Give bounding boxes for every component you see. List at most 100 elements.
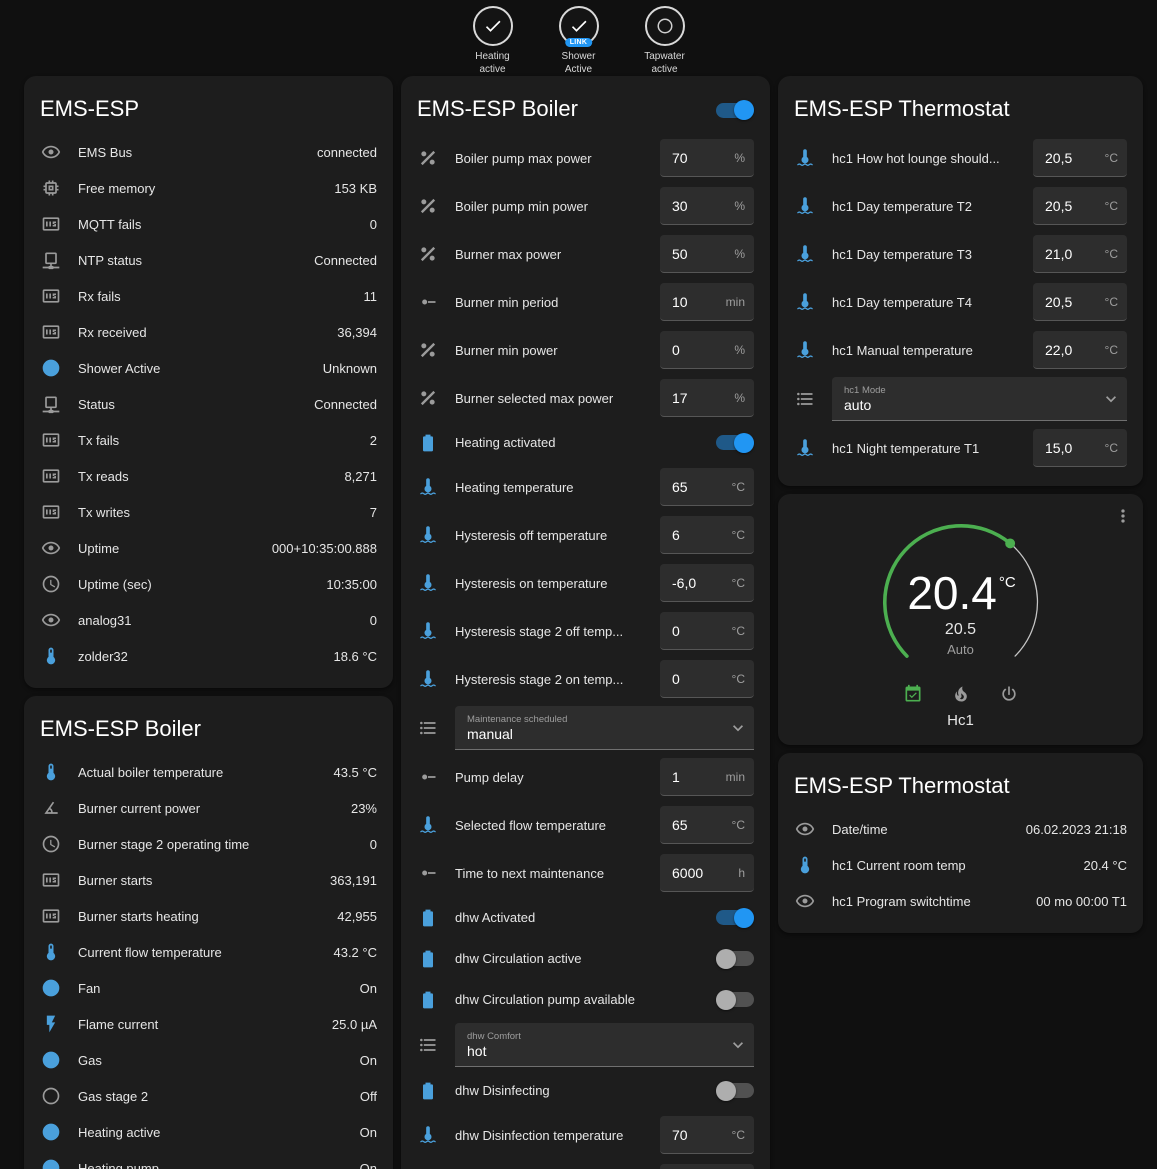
entity-row[interactable]: Tx writes 7 — [40, 494, 377, 530]
number-input[interactable]: 17 % — [660, 379, 754, 417]
toggle-switch[interactable] — [716, 951, 754, 966]
entity-row[interactable]: Heating pump On — [40, 1150, 377, 1169]
number-input[interactable]: 6 °C — [660, 516, 754, 554]
entity-row[interactable]: NTP status Connected — [40, 242, 377, 278]
toggle-switch[interactable] — [716, 435, 754, 450]
card-ems-esp-sensors: EMS-ESP EMS Bus connected Free memory 15… — [24, 76, 393, 688]
number-input[interactable]: 0 % — [660, 331, 754, 369]
number-unit: °C — [732, 672, 745, 686]
select-input[interactable]: Maintenance scheduled manual — [455, 706, 754, 750]
number-input[interactable]: 70 °C — [660, 1116, 754, 1154]
entity-value: 00 mo 00:00 T1 — [1036, 894, 1127, 909]
entity-row[interactable]: Heating active On — [40, 1114, 377, 1150]
number-input[interactable]: 0 °C — [660, 660, 754, 698]
entity-row[interactable]: MQTT fails 0 — [40, 206, 377, 242]
number-input[interactable]: 6000 h — [660, 854, 754, 892]
entity-row[interactable]: Burner current power 23% — [40, 790, 377, 826]
badge-heating-active[interactable]: Heating active — [454, 6, 532, 76]
more-options-icon[interactable] — [1113, 506, 1133, 526]
entity-row[interactable]: Rx fails 11 — [40, 278, 377, 314]
ray-icon — [417, 292, 439, 312]
number-unit: % — [734, 199, 745, 213]
entity-row[interactable]: Uptime (sec) 10:35:00 — [40, 566, 377, 602]
entity-row[interactable]: analog31 0 — [40, 602, 377, 638]
number-input[interactable]: 10 min — [660, 283, 754, 321]
toggle-thumb — [734, 433, 754, 453]
number-input[interactable]: -6,0 °C — [660, 564, 754, 602]
entity-row[interactable]: Burner starts heating 42,955 — [40, 898, 377, 934]
entity-row[interactable]: Flame current 25.0 µA — [40, 1006, 377, 1042]
number-unit: °C — [1105, 441, 1118, 455]
toggle-entity-row: Heating activated — [417, 422, 754, 463]
number-input[interactable]: 15,0 °C — [1033, 429, 1127, 467]
number-entity-row: Burner min period 10 min — [417, 278, 754, 326]
thermometer-icon — [40, 646, 62, 666]
entity-row[interactable]: Tx fails 2 — [40, 422, 377, 458]
number-entity-row: Hysteresis stage 2 on temp... 0 °C — [417, 655, 754, 703]
number-input[interactable]: 20,5 °C — [1033, 139, 1127, 177]
number-unit: °C — [1105, 247, 1118, 261]
entity-label: dhw Disinfection temperature — [455, 1128, 644, 1143]
entity-row[interactable]: Shower Active Unknown — [40, 350, 377, 386]
entity-label: Time to next maintenance — [455, 866, 644, 881]
number-entity-row: hc1 Night temperature T1 15,0 °C — [794, 424, 1127, 472]
check-icon — [483, 16, 503, 36]
number-value: 30 — [672, 198, 688, 214]
entity-row[interactable]: hc1 Program switchtime 00 mo 00:00 T1 — [794, 883, 1127, 919]
number-input[interactable]: 65 °C — [660, 468, 754, 506]
angle-icon — [40, 798, 62, 818]
number-unit: min — [726, 770, 745, 784]
entity-row[interactable]: hc1 Current room temp 20.4 °C — [794, 847, 1127, 883]
entity-row[interactable]: Gas On — [40, 1042, 377, 1078]
check-circle-icon — [40, 1050, 62, 1070]
badge-label: Tapwater active — [638, 50, 692, 76]
entity-row[interactable]: Actual boiler temperature 43.5 °C — [40, 754, 377, 790]
entity-row[interactable]: Fan On — [40, 970, 377, 1006]
number-input[interactable]: 0 °C — [660, 612, 754, 650]
entity-row[interactable]: Gas stage 2 Off — [40, 1078, 377, 1114]
number-entity-row: Hysteresis off temperature 6 °C — [417, 511, 754, 559]
entity-row[interactable]: Status Connected — [40, 386, 377, 422]
entity-label: Tx writes — [78, 505, 354, 520]
number-input[interactable]: 50 % — [660, 235, 754, 273]
number-input[interactable]: 70 % — [660, 139, 754, 177]
eye-icon — [794, 891, 816, 911]
entity-label: Rx fails — [78, 289, 348, 304]
number-input[interactable]: 30 % — [660, 187, 754, 225]
entity-row[interactable]: Free memory 153 KB — [40, 170, 377, 206]
counter-icon — [40, 430, 62, 450]
entity-value: On — [360, 981, 377, 996]
number-input[interactable]: 65 °C — [660, 806, 754, 844]
badge-tapwater-active[interactable]: Tapwater active — [626, 6, 704, 76]
boiler-master-toggle[interactable] — [716, 103, 754, 118]
number-unit: °C — [732, 576, 745, 590]
toggle-switch[interactable] — [716, 910, 754, 925]
badge-shower-active[interactable]: LINK Shower Active — [540, 6, 618, 76]
entity-row[interactable]: zolder32 18.6 °C — [40, 638, 377, 674]
number-input[interactable]: 20,5 °C — [1033, 283, 1127, 321]
entity-label: Gas stage 2 — [78, 1089, 344, 1104]
number-input[interactable]: 22,0 °C — [1033, 331, 1127, 369]
entity-row[interactable]: Current flow temperature 43.2 °C — [40, 934, 377, 970]
number-input[interactable]: 1 min — [660, 758, 754, 796]
thermostat-dial[interactable]: 20.4°C 20.5 Auto — [871, 512, 1051, 692]
entity-row[interactable]: Rx received 36,394 — [40, 314, 377, 350]
entity-value: On — [360, 1125, 377, 1140]
number-input[interactable]: 21,0 °C — [1033, 235, 1127, 273]
entity-row[interactable]: Uptime 000+10:35:00.888 — [40, 530, 377, 566]
entity-row[interactable]: Burner stage 2 operating time 0 — [40, 826, 377, 862]
entity-label: Burner min period — [455, 295, 644, 310]
toggle-switch[interactable] — [716, 992, 754, 1007]
select-input[interactable]: hc1 Mode auto — [832, 377, 1127, 421]
entity-label: EMS Bus — [78, 145, 301, 160]
select-input[interactable]: dhw Comfort hot — [455, 1023, 754, 1067]
entity-label: MQTT fails — [78, 217, 354, 232]
number-input[interactable]: 40 °C — [660, 1164, 754, 1169]
entity-row[interactable]: EMS Bus connected — [40, 134, 377, 170]
entity-row[interactable]: Tx reads 8,271 — [40, 458, 377, 494]
number-input[interactable]: 20,5 °C — [1033, 187, 1127, 225]
toggle-switch[interactable] — [716, 1083, 754, 1098]
thermostat-name: Hc1 — [794, 712, 1127, 729]
entity-row[interactable]: Burner starts 363,191 — [40, 862, 377, 898]
entity-row[interactable]: Date/time 06.02.2023 21:18 — [794, 811, 1127, 847]
